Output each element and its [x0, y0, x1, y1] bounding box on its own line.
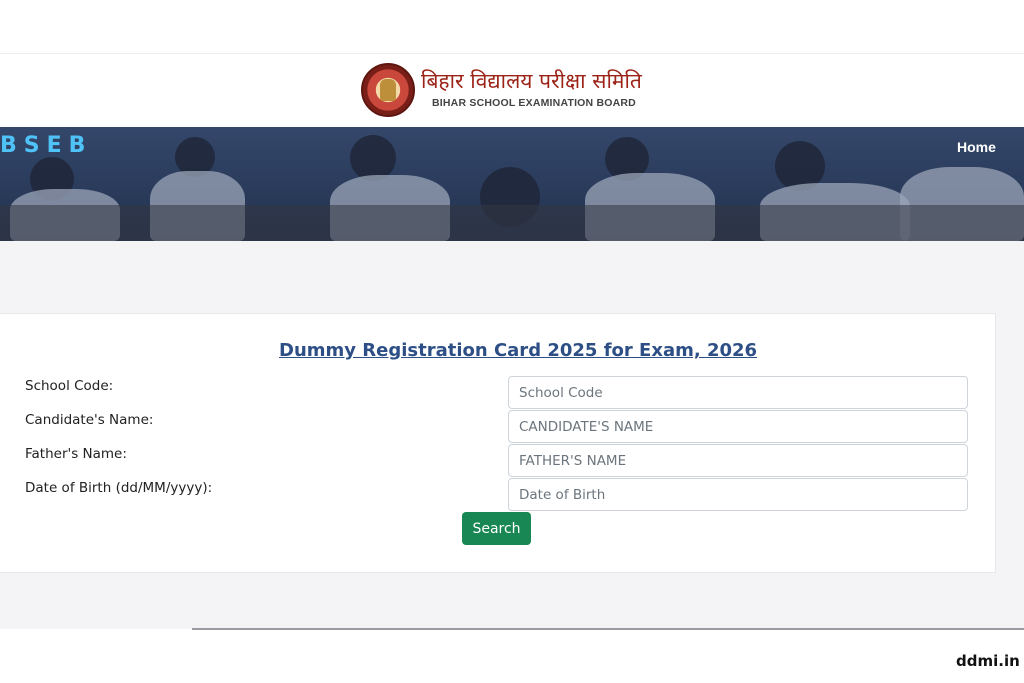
brand-logo[interactable]: BSEB — [0, 133, 92, 158]
father-name-label: Father's Name: — [25, 446, 127, 462]
school-code-label: School Code: — [25, 378, 114, 394]
board-name-hindi: बिहार विद्यालय परीक्षा समिति — [421, 69, 642, 93]
top-strip — [0, 0, 1024, 54]
dob-input[interactable] — [508, 478, 968, 511]
candidate-name-input[interactable] — [508, 410, 968, 443]
nav-banner: BSEB Home — [0, 127, 1024, 241]
header: बिहार विद्यालय परीक्षा समिति BIHAR SCHOO… — [0, 55, 1024, 127]
form-title[interactable]: Dummy Registration Card 2025 for Exam, 2… — [279, 340, 757, 361]
search-button[interactable]: Search — [462, 512, 531, 545]
father-name-input[interactable] — [508, 444, 968, 477]
board-name-english: BIHAR SCHOOL EXAMINATION BOARD — [432, 97, 636, 109]
candidate-name-label: Candidate's Name: — [25, 412, 154, 428]
emblem-figure — [380, 79, 396, 101]
watermark-text: ddmi.in — [956, 652, 1020, 670]
banner-overlay — [0, 127, 1024, 241]
nav-home-link[interactable]: Home — [957, 139, 996, 155]
bseb-emblem-icon — [361, 63, 415, 117]
divider — [192, 628, 1024, 630]
school-code-input[interactable] — [508, 376, 968, 409]
dob-label: Date of Birth (dd/MM/yyyy): — [25, 480, 213, 496]
